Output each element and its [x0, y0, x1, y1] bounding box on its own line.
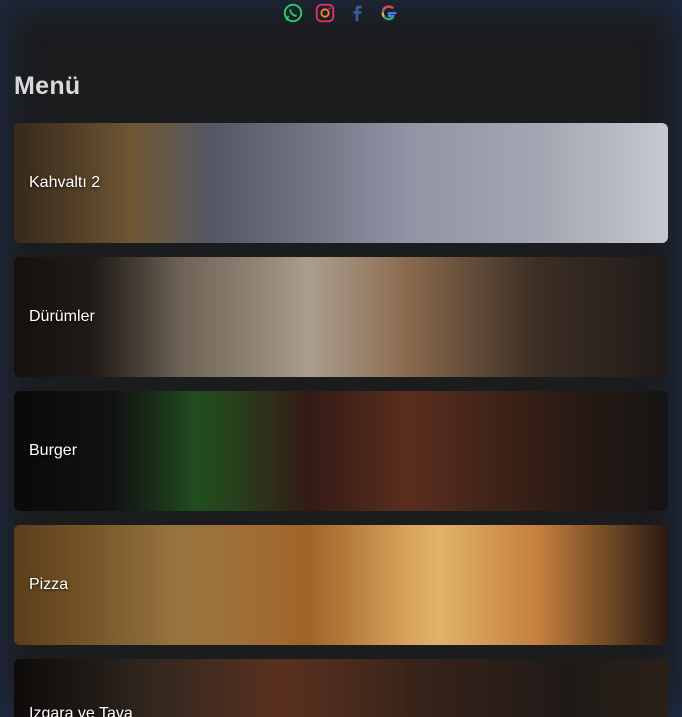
category-label: Burger [29, 442, 78, 459]
category-card-durumler[interactable]: Dürümler [14, 257, 668, 377]
category-card-kahvalti[interactable]: Kahvaltı 2 [14, 123, 668, 243]
category-overlay [14, 525, 668, 645]
whatsapp-icon[interactable] [282, 2, 304, 24]
category-overlay [14, 391, 668, 511]
category-card-izgara[interactable]: Izgara ve Tava [14, 659, 668, 717]
category-card-burger[interactable]: Burger [14, 391, 668, 511]
page-title: Menü [14, 72, 81, 100]
category-list: Kahvaltı 2 Dürümler Burger Pizza Izgara … [14, 123, 668, 717]
category-label: Kahvaltı 2 [29, 174, 101, 191]
facebook-icon[interactable] [346, 2, 368, 24]
social-bar [0, 0, 682, 26]
category-overlay [14, 257, 668, 377]
google-icon[interactable] [378, 2, 400, 24]
category-label: Pizza [29, 576, 69, 593]
instagram-icon[interactable] [314, 2, 336, 24]
category-card-pizza[interactable]: Pizza [14, 525, 668, 645]
category-overlay [14, 123, 668, 243]
category-label: Izgara ve Tava [29, 705, 133, 717]
category-label: Dürümler [29, 308, 95, 325]
